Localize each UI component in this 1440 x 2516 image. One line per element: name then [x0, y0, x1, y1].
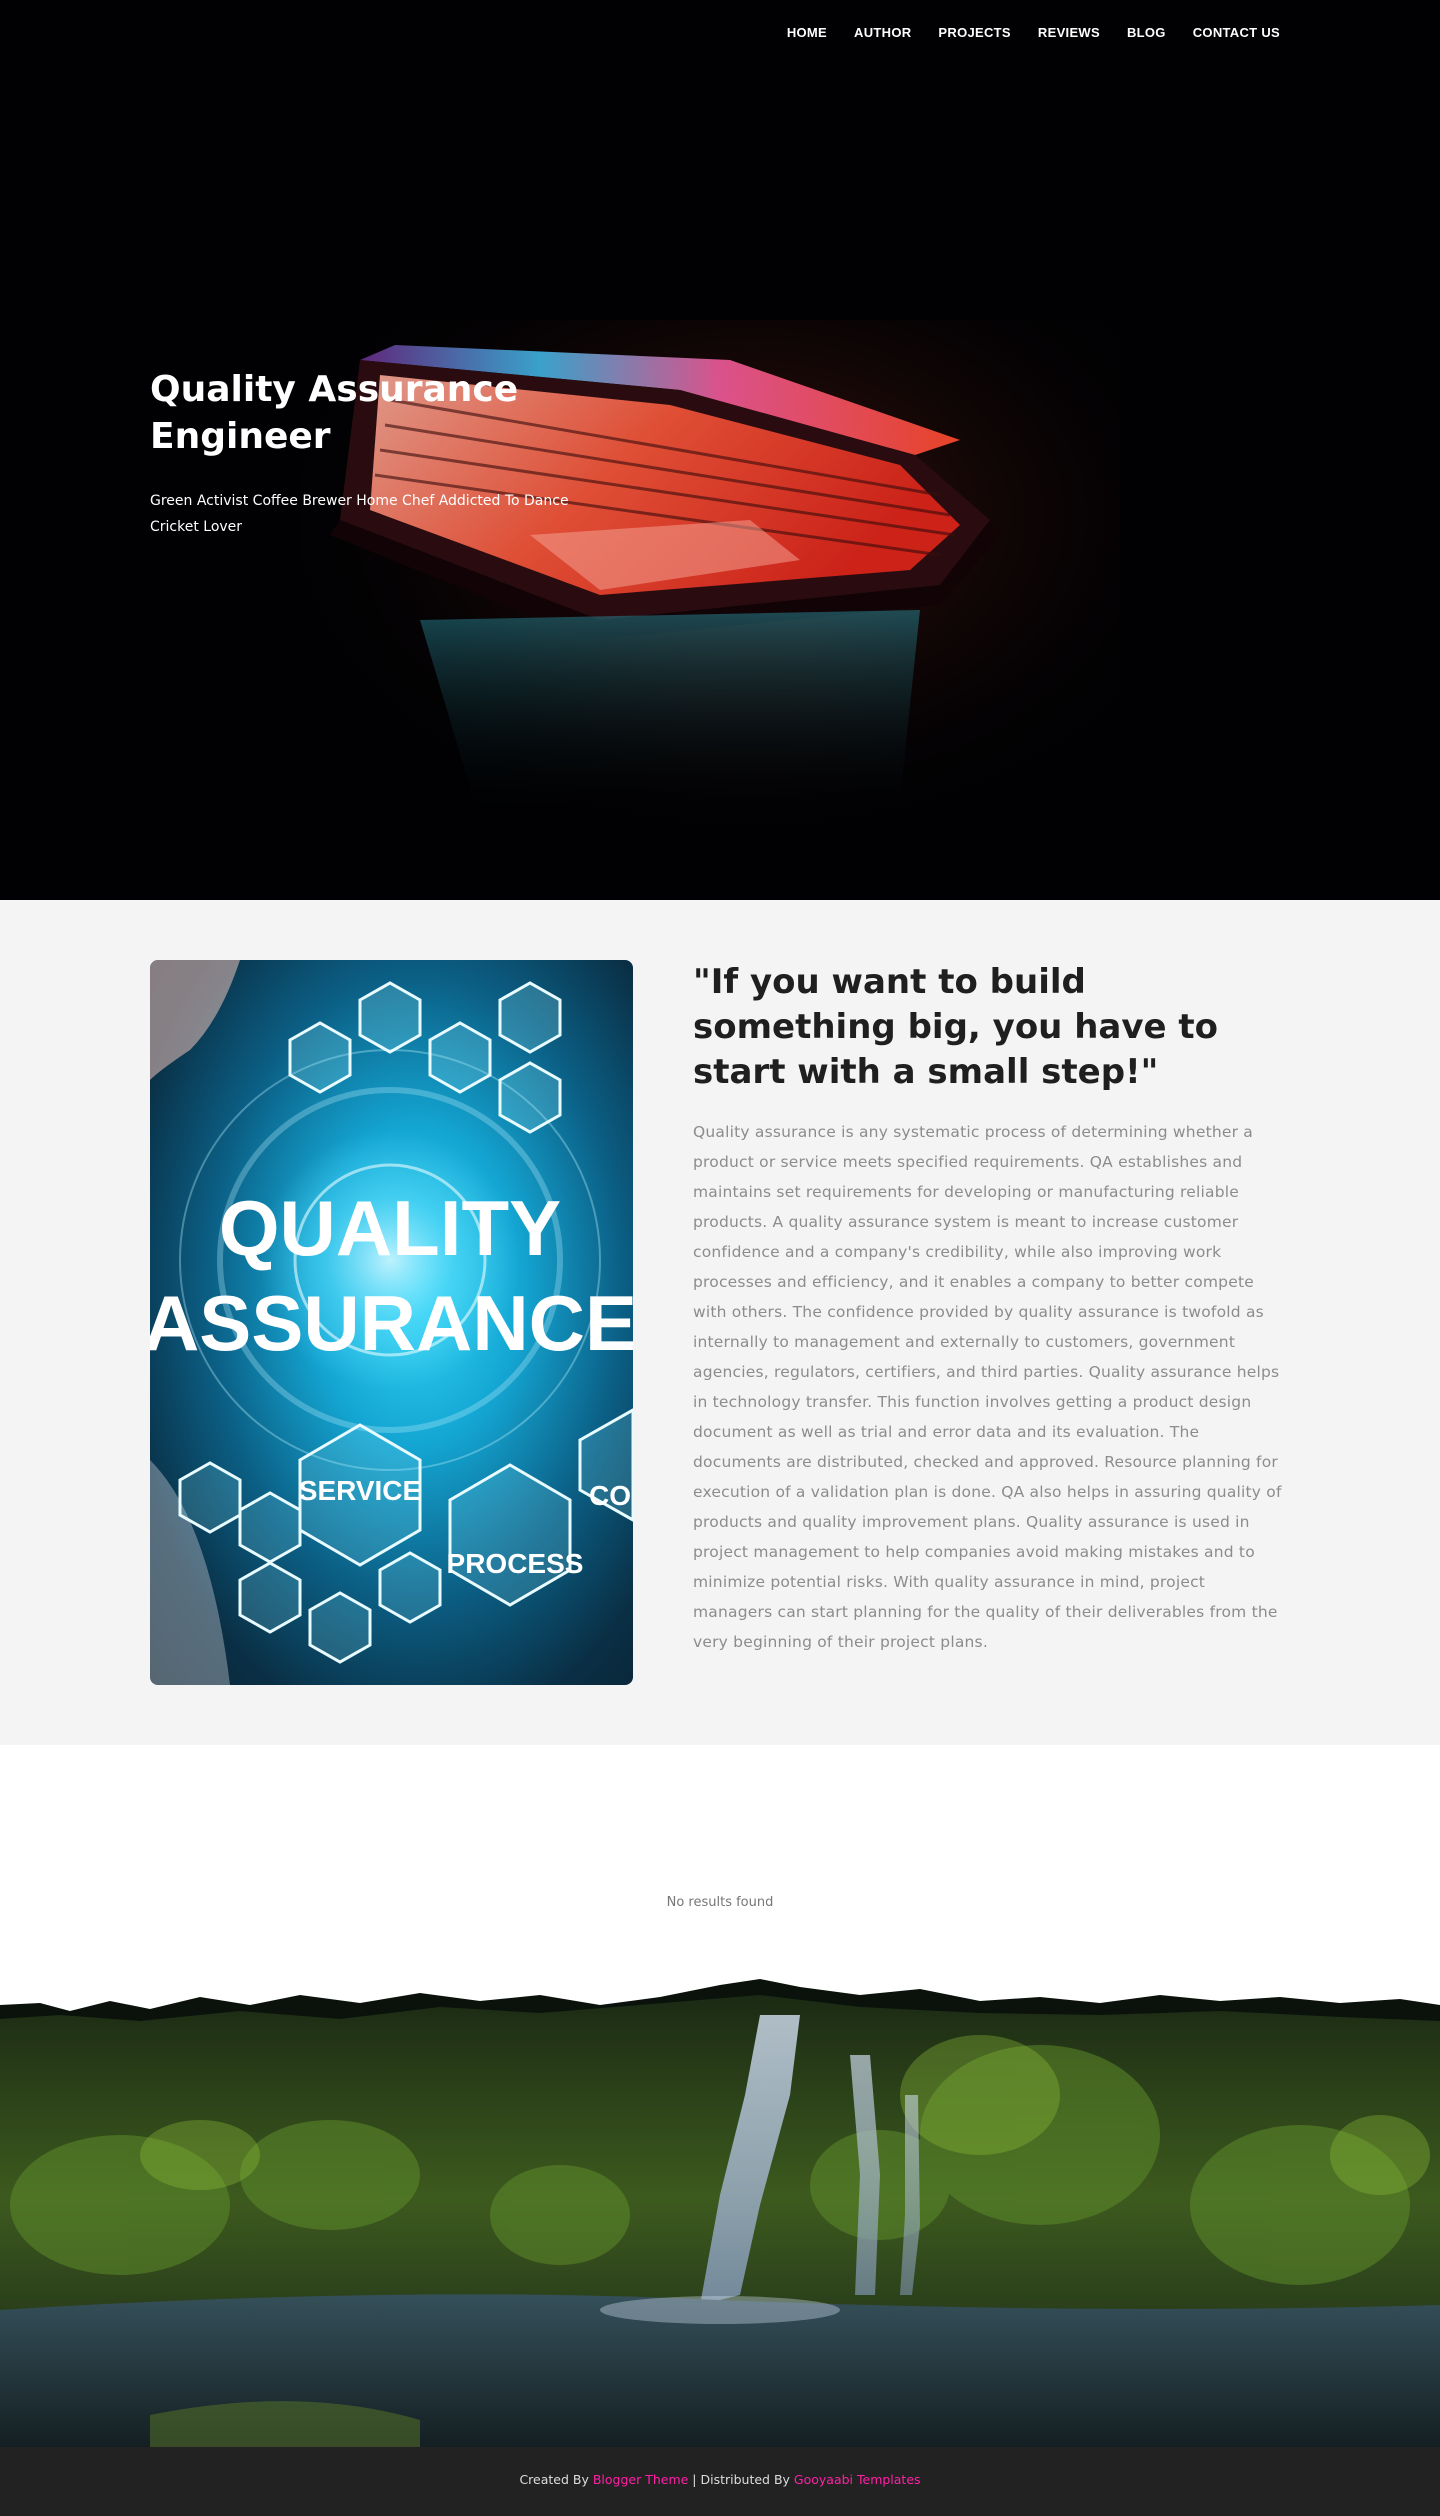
image-word-process: PROCESS	[447, 1548, 584, 1579]
no-results-message: No results found	[666, 1895, 774, 1910]
about-paragraph: Quality assurance is any systematic proc…	[693, 1123, 1282, 1651]
nav-author[interactable]: AUTHOR	[854, 25, 911, 40]
quality-assurance-graphic: QUALITY ASSURANCE SERVICE PROCESS CO	[150, 960, 633, 1685]
quality-assurance-image: QUALITY ASSURANCE SERVICE PROCESS CO	[150, 960, 633, 1685]
nav-contact-us[interactable]: CONTACT US	[1193, 25, 1280, 40]
hero-section: HOME AUTHOR PROJECTS REVIEWS BLOG CONTAC…	[0, 0, 1440, 900]
posts-section: No results found	[0, 1745, 1440, 1975]
waterfall-graphic	[0, 1979, 1440, 2447]
image-word-co: CO	[589, 1480, 631, 1511]
nav-reviews[interactable]: REVIEWS	[1038, 25, 1100, 40]
nav-projects[interactable]: PROJECTS	[938, 25, 1010, 40]
about-text: "If you want to build something big, you…	[693, 960, 1283, 1657]
footer-separator: | Distributed By	[688, 2472, 794, 2487]
hero-title: Quality Assurance Engineer	[150, 369, 519, 457]
waterfall-landscape-image	[0, 1975, 1440, 2447]
footer-blogger-theme-link[interactable]: Blogger Theme	[593, 2472, 688, 2487]
image-word-assurance: ASSURANCE	[150, 1279, 633, 1367]
quote-heading: "If you want to build something big, you…	[693, 962, 1219, 1092]
hero-text: Quality Assurance Engineer Green Activis…	[150, 366, 610, 540]
main-nav: HOME AUTHOR PROJECTS REVIEWS BLOG CONTAC…	[787, 25, 1280, 40]
image-word-service: SERVICE	[299, 1475, 421, 1506]
footer: Created By Blogger Theme | Distributed B…	[0, 2447, 1440, 2516]
nav-home[interactable]: HOME	[787, 25, 827, 40]
about-section: QUALITY ASSURANCE SERVICE PROCESS CO "If…	[0, 900, 1440, 1745]
hero-subtitle: Green Activist Coffee Brewer Home Chef A…	[150, 493, 569, 535]
nav-blog[interactable]: BLOG	[1127, 25, 1166, 40]
image-word-quality: QUALITY	[219, 1184, 561, 1272]
footer-created-prefix: Created By	[519, 2472, 593, 2487]
footer-gooyaabi-link[interactable]: Gooyaabi Templates	[794, 2472, 921, 2487]
